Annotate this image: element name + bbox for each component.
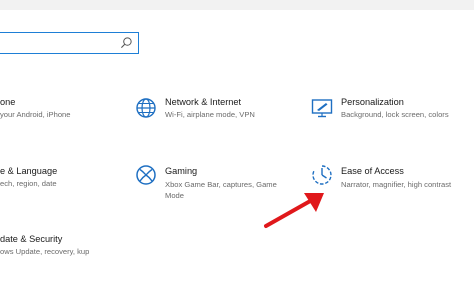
tile-time-language-title: e & Language <box>0 166 58 176</box>
tile-personalization-desc: Background, lock screen, colors <box>341 110 449 119</box>
tile-time-language-desc: ech, region, date <box>0 179 57 188</box>
red-arrow-annotation <box>264 193 324 228</box>
tile-ease-of-access-title: Ease of Access <box>341 166 404 176</box>
search-icon[interactable] <box>120 36 133 49</box>
xbox-icon <box>136 165 156 185</box>
tile-gaming-title: Gaming <box>165 166 198 176</box>
settings-search-box[interactable] <box>0 32 139 54</box>
tile-personalization-title: Personalization <box>341 97 404 107</box>
tile-network-desc: Wi-Fi, airplane mode, VPN <box>165 110 255 119</box>
window-top-strip <box>0 0 474 10</box>
tile-update-security-desc: ows Update, recovery, kup <box>0 247 90 256</box>
tile-update-security-title: date & Security <box>0 234 63 244</box>
search-input[interactable] <box>0 33 117 52</box>
personalization-icon <box>311 99 333 118</box>
tile-network-title: Network & Internet <box>165 97 242 107</box>
ease-of-access-icon <box>312 165 332 185</box>
tile-phone-title: one <box>0 97 16 107</box>
globe-icon <box>136 98 156 118</box>
tile-phone-desc: your Android, iPhone <box>0 110 71 119</box>
tile-ease-of-access-desc: Narrator, magnifier, high contrast <box>341 180 452 189</box>
